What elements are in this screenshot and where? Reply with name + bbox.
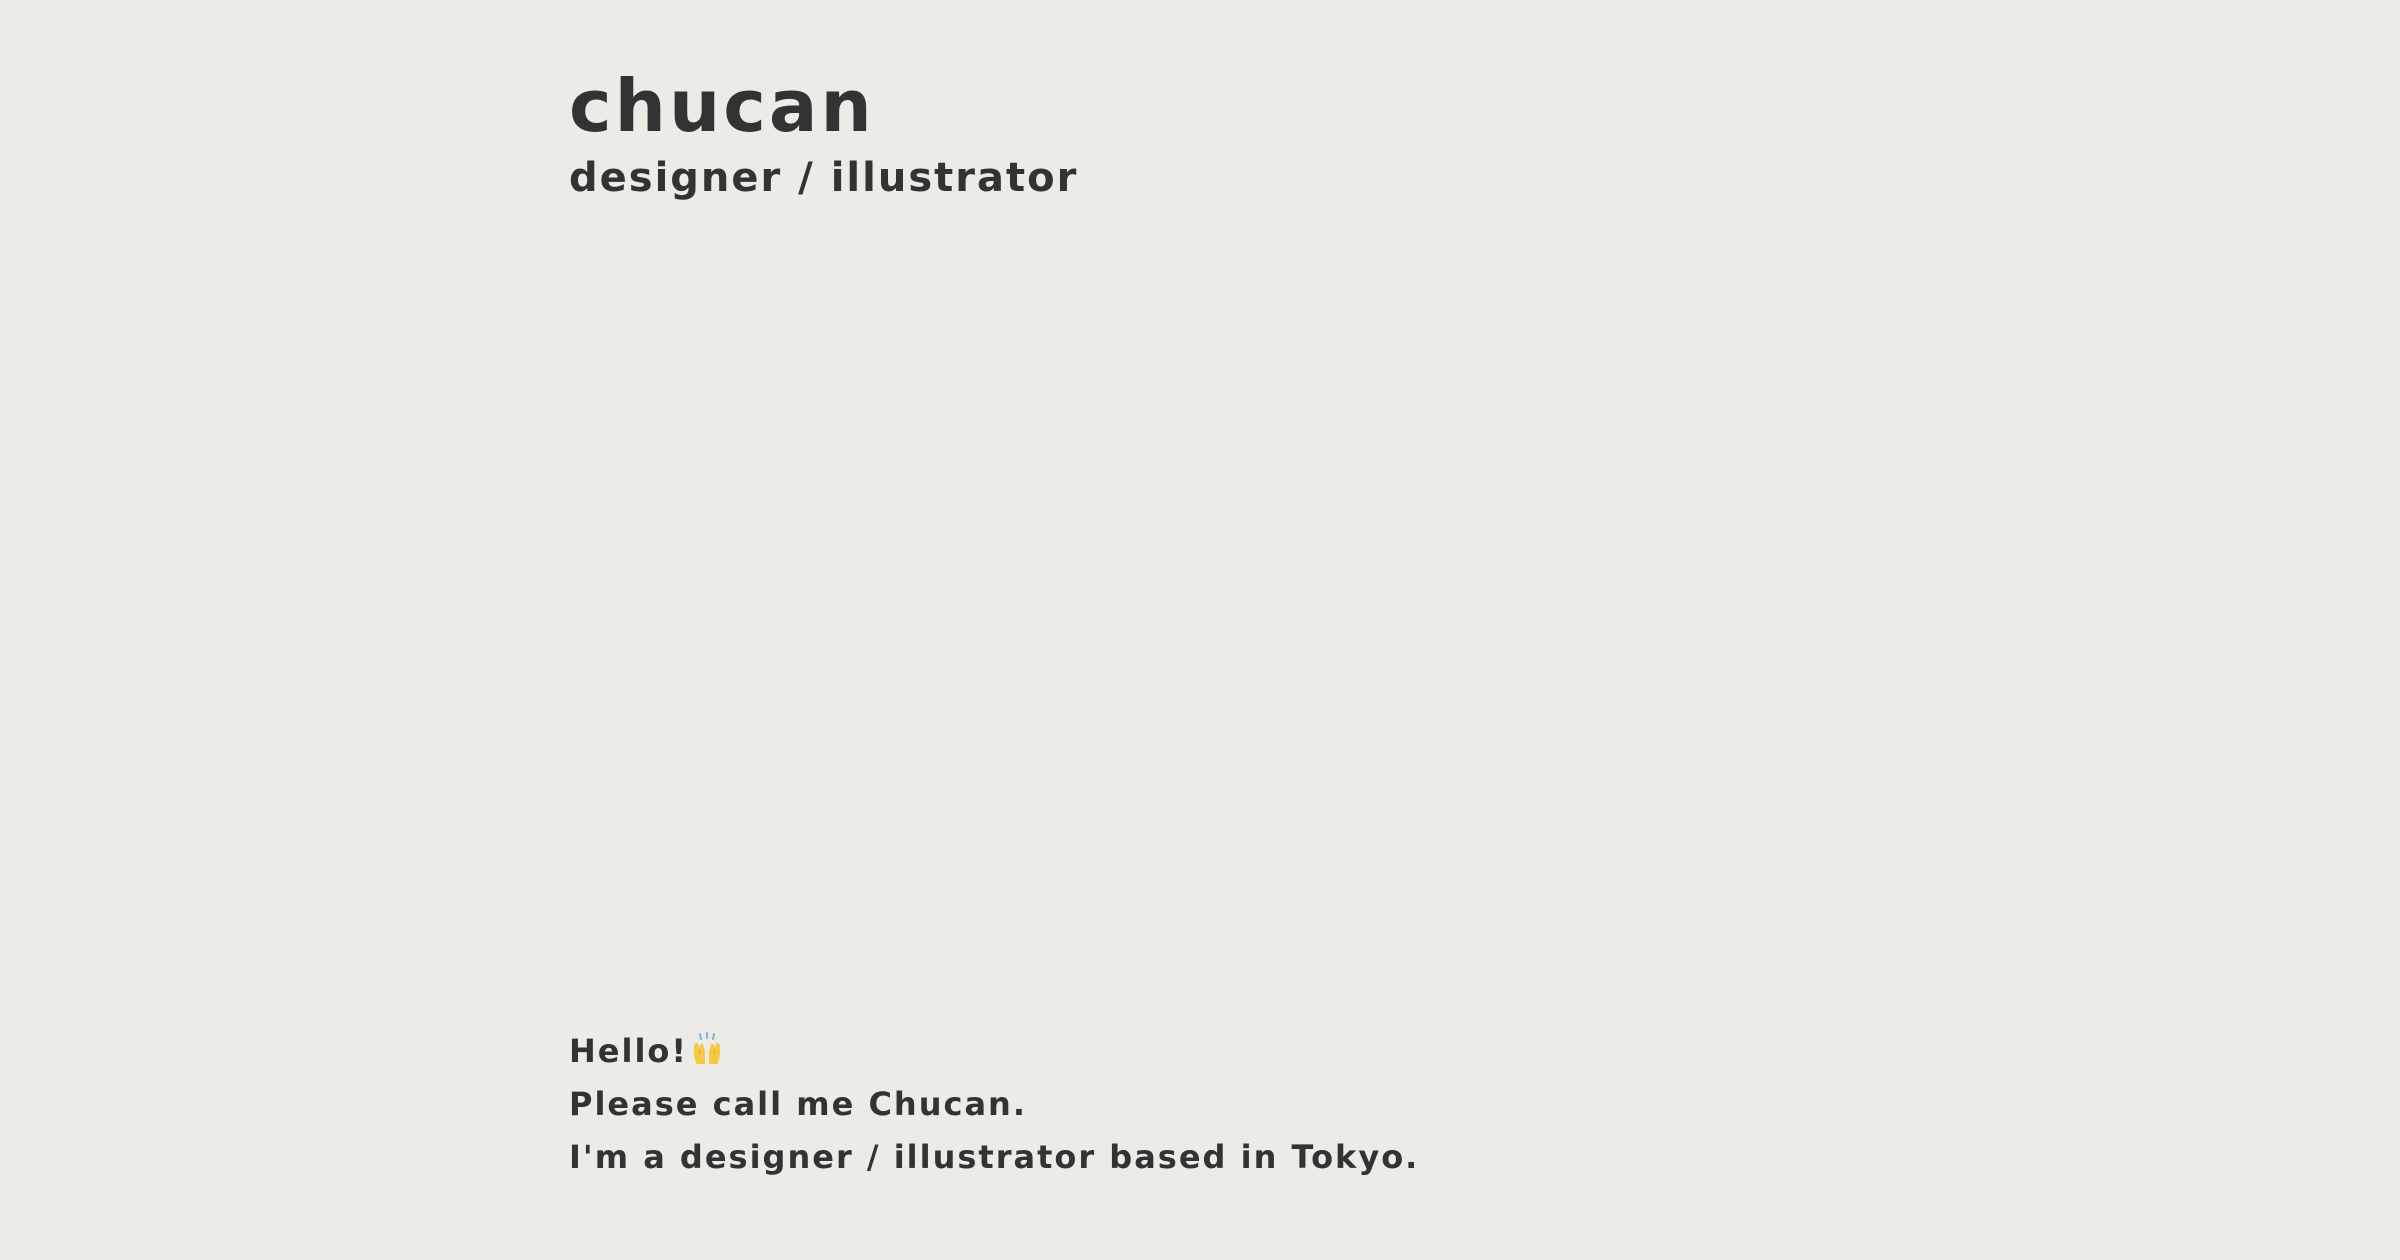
raising-hands-icon (690, 1032, 724, 1066)
intro-greeting-line: Hello! (569, 1025, 1419, 1078)
intro-text: Hello! Please call me Chucan. I'm a desi… (569, 1025, 1419, 1184)
intro-name-line: Please call me Chucan. (569, 1085, 1027, 1123)
site-title: chucan (569, 64, 875, 148)
greeting-text: Hello! (569, 1032, 688, 1070)
site-header: chucan designer / illustrator (569, 58, 1078, 202)
site-subtitle: designer / illustrator (569, 155, 1079, 201)
intro-location-line: I'm a designer / illustrator based in To… (569, 1138, 1420, 1176)
